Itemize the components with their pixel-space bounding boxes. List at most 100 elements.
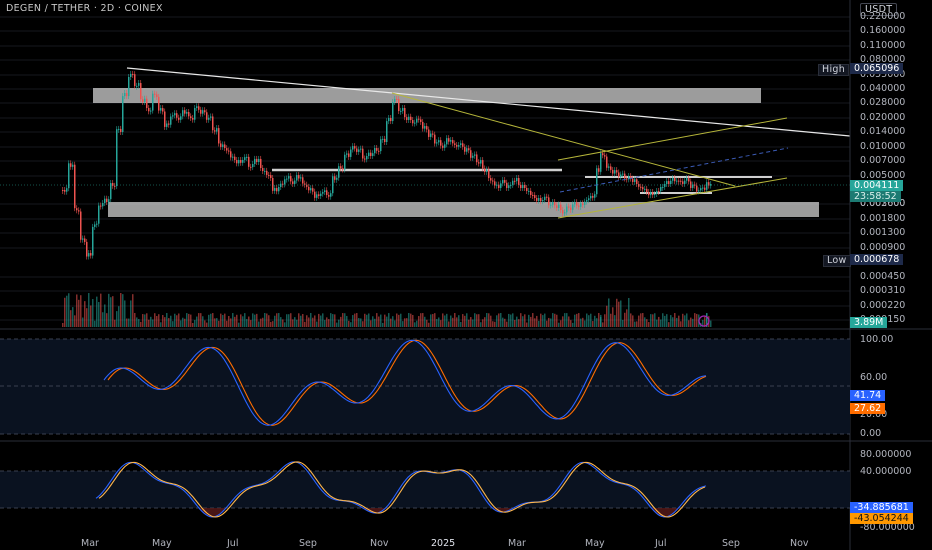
candle	[220, 143, 222, 147]
volume-bar	[500, 313, 502, 327]
candle	[678, 180, 680, 182]
candle	[460, 143, 462, 146]
candle	[230, 151, 232, 158]
volume-bar	[314, 315, 316, 327]
volume-bar	[124, 300, 126, 327]
candle	[576, 202, 578, 206]
candle	[376, 148, 378, 151]
candle	[74, 164, 76, 209]
candle	[392, 101, 394, 122]
projection-dashed-line[interactable]	[559, 147, 789, 193]
volume-bar	[670, 315, 672, 327]
volume-bar	[412, 314, 414, 327]
volume-bar	[342, 313, 344, 327]
volume-bar	[584, 320, 586, 327]
candle	[648, 191, 650, 196]
candle	[248, 156, 250, 167]
volume-bar	[574, 314, 576, 327]
candle	[284, 179, 286, 185]
candle	[696, 185, 698, 192]
candle	[654, 193, 656, 196]
candle	[558, 204, 560, 208]
candle	[208, 117, 210, 120]
volume-bar	[610, 313, 612, 327]
candle	[380, 139, 382, 152]
volume-bar	[440, 320, 442, 327]
time-label-sep-2025: Sep	[722, 538, 740, 549]
volume-bar	[194, 320, 196, 327]
candle	[322, 192, 324, 194]
candle	[68, 163, 70, 189]
candle	[658, 190, 660, 192]
volume-bar	[320, 315, 322, 327]
candle	[204, 110, 206, 113]
chart-app: { "header": {"symbol": "DEGEN / TETHER ·…	[0, 0, 932, 550]
candle	[598, 168, 600, 172]
support-zone[interactable]	[108, 202, 819, 217]
candle	[466, 148, 468, 152]
volume-bar	[232, 313, 234, 327]
volume-bar	[548, 317, 550, 327]
volume-bar	[64, 297, 66, 327]
volume-bar	[132, 294, 134, 327]
volume-bar	[456, 317, 458, 327]
candle	[528, 190, 530, 192]
candle	[464, 146, 466, 152]
volume-bar	[226, 320, 228, 327]
candle	[472, 155, 474, 158]
candle	[132, 73, 134, 75]
candle	[212, 116, 214, 131]
volume-bar	[368, 313, 370, 327]
price-chart[interactable]	[0, 0, 932, 550]
candle	[356, 148, 358, 152]
resistance-zone[interactable]	[93, 88, 761, 103]
wedge-upper-line[interactable]	[391, 92, 736, 187]
candle	[370, 152, 372, 156]
volume-bar	[110, 297, 112, 327]
volume-bar	[188, 313, 190, 327]
volume-bar	[628, 298, 630, 327]
volume-bar	[662, 313, 664, 327]
candle	[326, 190, 328, 195]
volume-bar	[242, 316, 244, 327]
volume-bar	[508, 313, 510, 327]
candle	[424, 126, 426, 129]
candle	[484, 168, 486, 172]
volume-bar	[444, 315, 446, 327]
candle	[290, 176, 292, 182]
volume-bar	[580, 318, 582, 327]
candle	[226, 148, 228, 151]
volume-bar	[376, 313, 378, 327]
candle	[274, 188, 276, 191]
channel-upper-line[interactable]	[557, 117, 788, 161]
candle	[366, 156, 368, 160]
volume-bar	[696, 313, 698, 327]
volume-bar	[90, 305, 92, 327]
volume-bar	[78, 299, 80, 327]
symbol-title[interactable]: DEGEN / TETHER · 2D · COINEX	[6, 3, 163, 14]
candle	[574, 202, 576, 205]
candle	[602, 153, 604, 156]
time-label-2025: 2025	[431, 538, 456, 549]
volume-bar	[62, 323, 64, 327]
volume-bar	[678, 315, 680, 327]
volume-bar	[424, 316, 426, 327]
volume-bar	[94, 320, 96, 327]
candle	[570, 207, 572, 210]
price-tick: 0.000900	[860, 242, 906, 253]
candle	[256, 158, 258, 162]
candle	[64, 190, 66, 192]
candle	[600, 153, 602, 170]
candle	[700, 188, 702, 191]
volume-bar	[292, 319, 294, 327]
candle	[124, 93, 126, 97]
volume-bar	[338, 319, 340, 327]
candle	[358, 149, 360, 152]
candle	[382, 138, 384, 140]
volume-bar	[258, 321, 260, 327]
volume-bar	[286, 314, 288, 327]
candle	[128, 76, 130, 97]
volume-bar	[612, 307, 614, 327]
candle	[130, 73, 132, 77]
volume-bar	[88, 293, 90, 327]
